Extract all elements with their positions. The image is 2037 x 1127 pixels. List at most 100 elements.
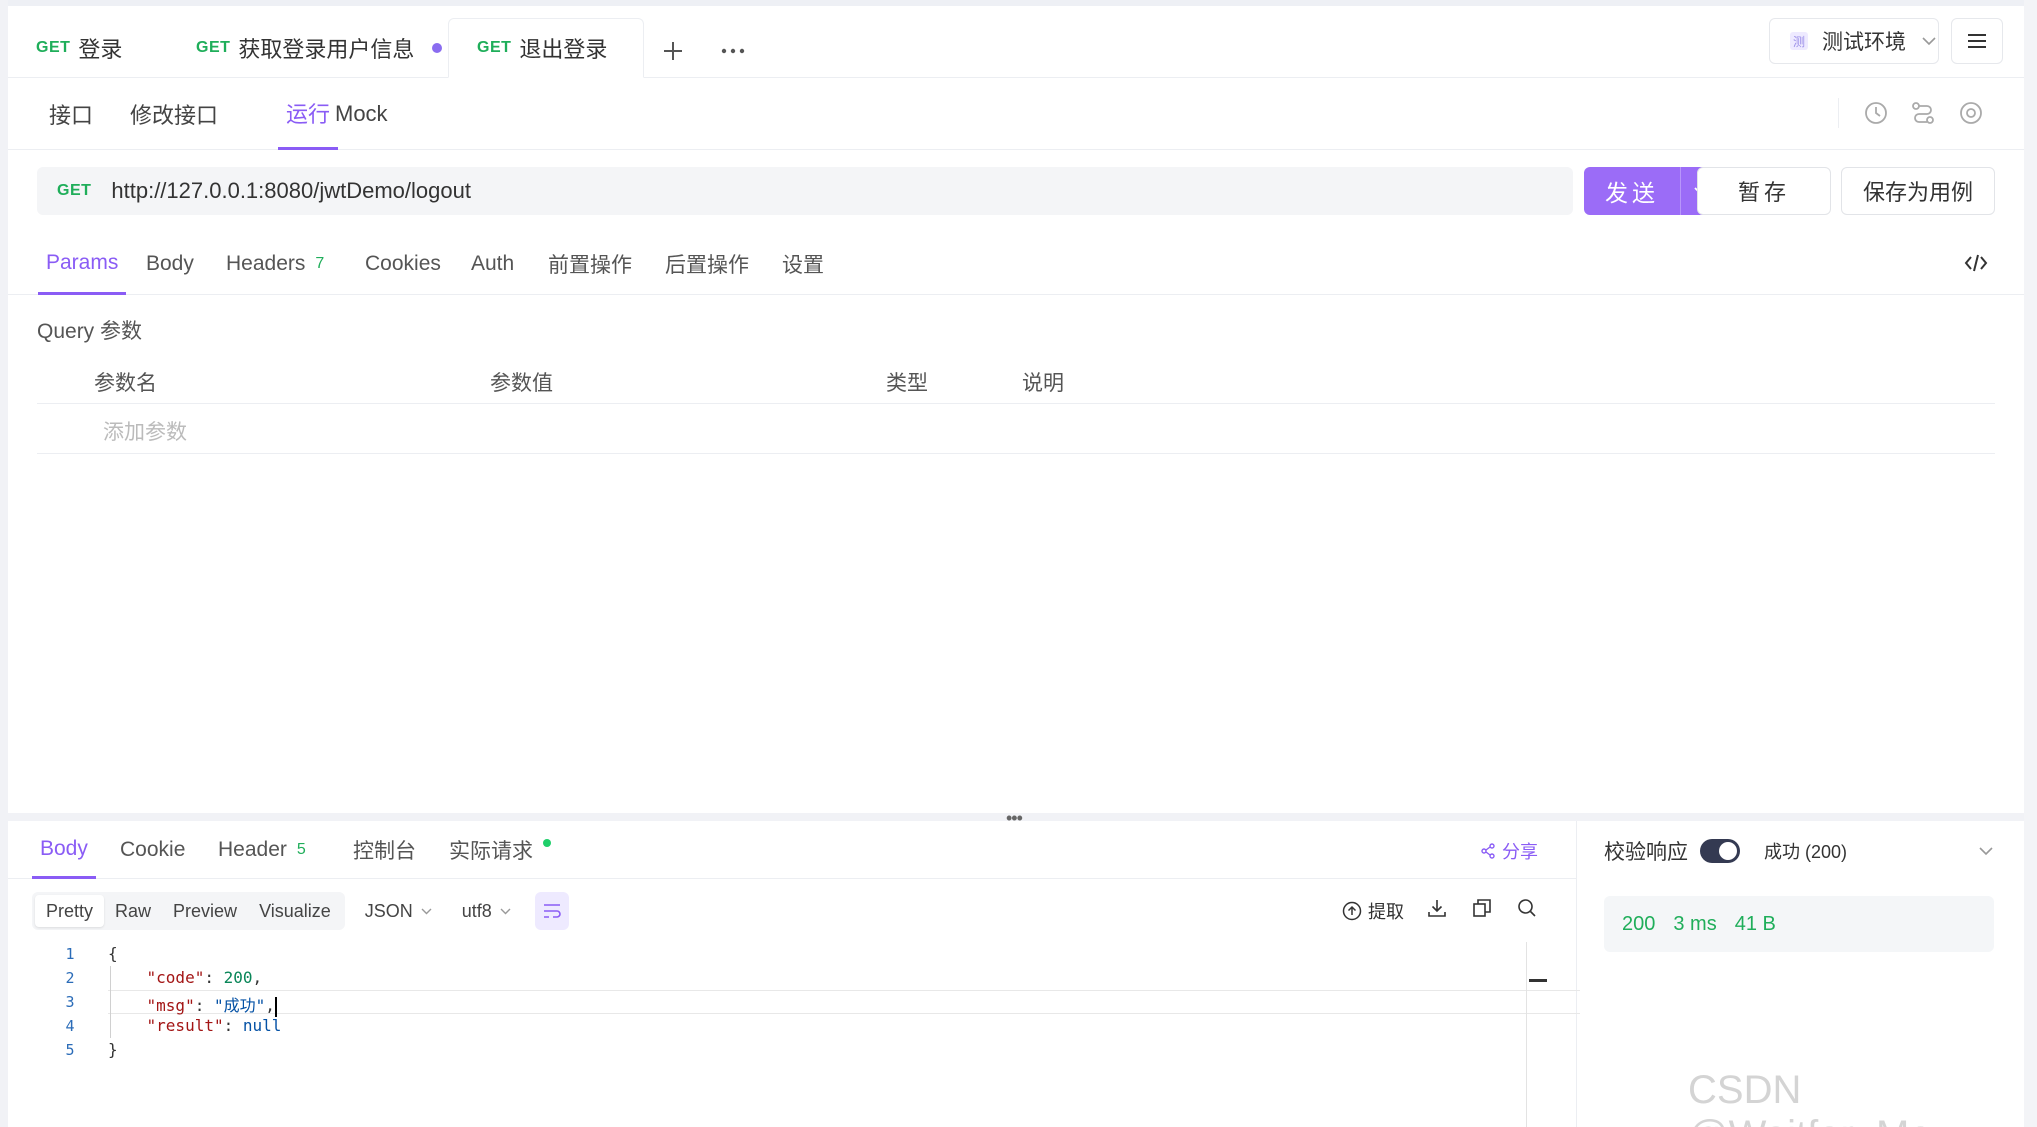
divider — [1838, 98, 1839, 128]
response-size: 41 B — [1734, 912, 1776, 935]
line-number: 2 — [65, 969, 75, 987]
collapse-chevron-icon[interactable] — [1979, 843, 1993, 861]
code-snippet-icon[interactable] — [1964, 252, 1988, 279]
tab-body[interactable]: Body — [146, 233, 194, 295]
request-config-tabs: Params Body Headers 7 Cookies Auth 前置操作 … — [8, 233, 2024, 295]
tab-cookies[interactable]: Cookies — [365, 233, 441, 295]
response-code-editor[interactable]: 1 2 3 4 5 { "code": 200, "msg": "成功", "r… — [32, 942, 1580, 1127]
flow-icon[interactable] — [1910, 100, 1936, 131]
column-param-value: 参数值 — [490, 372, 553, 395]
headers-count: 7 — [315, 255, 325, 272]
chevron-down-icon — [500, 908, 511, 914]
hamburger-icon — [1968, 34, 1986, 48]
unsaved-dot — [432, 43, 443, 53]
code-line-3: "msg": "成功", — [146, 996, 277, 1017]
validate-response-row: 校验响应 成功 (200) — [1604, 836, 1847, 866]
encoding-select[interactable]: utf8 — [462, 901, 511, 922]
tab-auth[interactable]: Auth — [471, 233, 514, 295]
url-input[interactable]: GET http://127.0.0.1:8080/jwtDemo/logout — [37, 167, 1573, 215]
save-as-case-button[interactable]: 保存为用例 — [1841, 167, 1995, 215]
share-icon — [1481, 843, 1495, 859]
url-text: http://127.0.0.1:8080/jwtDemo/logout — [111, 178, 471, 203]
mode-raw[interactable]: Raw — [104, 895, 162, 927]
history-icon[interactable] — [1863, 100, 1889, 131]
response-tab-actual-request[interactable]: 实际请求 — [449, 821, 551, 879]
add-param-row[interactable]: 添加参数 — [37, 404, 1995, 454]
editor-scrollbar[interactable] — [1526, 942, 1548, 1127]
code-line-2: "code": 200, — [146, 968, 263, 987]
tab-settings[interactable]: 设置 — [782, 233, 824, 295]
environment-select[interactable]: 测 测试环境 — [1769, 18, 1939, 64]
line-number-gutter: 1 2 3 4 5 — [32, 942, 108, 1127]
language-select[interactable]: JSON — [365, 901, 432, 922]
right-edge — [2024, 0, 2037, 1127]
response-tab-header-label: Header — [218, 838, 287, 861]
sub-navigation: 接口 修改接口 运行 Mock — [8, 78, 2024, 150]
method-select[interactable]: GET — [57, 182, 91, 200]
text-cursor — [274, 996, 277, 1017]
mode-preview[interactable]: Preview — [162, 895, 248, 927]
response-header-count: 5 — [296, 841, 306, 858]
response-tab-cookie[interactable]: Cookie — [120, 821, 185, 879]
line-number: 1 — [65, 945, 75, 963]
upload-circle-icon — [1342, 901, 1362, 921]
copy-icon[interactable] — [1472, 898, 1492, 918]
tab-params[interactable]: Params — [38, 233, 127, 295]
response-tab-body[interactable]: Body — [32, 821, 96, 879]
extract-button[interactable]: 提取 — [1342, 898, 1404, 924]
nav-mock[interactable]: Mock — [335, 78, 388, 150]
response-status-summary: 200 3 ms 41 B — [1604, 896, 1994, 952]
tab-label: 登录 — [78, 37, 123, 62]
left-edge — [0, 0, 8, 1127]
more-tabs-icon[interactable] — [713, 24, 753, 78]
word-wrap-button[interactable] — [534, 892, 569, 930]
line-number: 5 — [65, 1041, 75, 1059]
validate-toggle[interactable] — [1700, 839, 1740, 863]
query-params-title: Query 参数 — [37, 320, 143, 343]
add-param-placeholder: 添加参数 — [103, 421, 187, 444]
json-value-msg: "成功" — [213, 996, 266, 1015]
response-tab-header[interactable]: Header 5 — [218, 821, 306, 879]
code-line-5: } — [108, 1040, 118, 1059]
mode-pretty[interactable]: Pretty — [35, 895, 105, 927]
encoding-value: utf8 — [461, 900, 492, 921]
settings-gear-icon[interactable] — [1958, 100, 1984, 131]
method-badge: GET — [196, 39, 231, 56]
search-icon[interactable] — [1517, 898, 1537, 918]
nav-edit-interface[interactable]: 修改接口 — [130, 78, 218, 150]
chevron-down-icon — [1922, 36, 1936, 45]
response-divider — [1576, 821, 1577, 1127]
column-description: 说明 — [1022, 372, 1064, 395]
tab-pre-operations[interactable]: 前置操作 — [548, 233, 632, 295]
nav-run[interactable]: 运行 — [278, 78, 339, 150]
save-draft-button[interactable]: 暂存 — [1697, 167, 1831, 215]
scrollbar-thumb[interactable] — [1529, 979, 1547, 982]
share-button[interactable]: 分享 — [1480, 838, 1538, 864]
nav-interface[interactable]: 接口 — [49, 78, 93, 150]
tab-get-user-info[interactable]: GET 获取登录用户信息 — [168, 18, 448, 78]
tab-label: 获取登录用户信息 — [238, 37, 415, 62]
json-value-result: null — [242, 1016, 282, 1035]
download-icon[interactable] — [1427, 898, 1447, 918]
status-dot — [543, 839, 551, 847]
tab-logout[interactable]: GET 退出登录 — [448, 18, 644, 78]
current-line-highlight — [108, 990, 1580, 1014]
response-tab-console[interactable]: 控制台 — [353, 821, 416, 879]
line-number: 3 — [65, 993, 75, 1011]
tab-headers[interactable]: Headers 7 — [226, 233, 324, 295]
add-tab-icon[interactable] — [653, 24, 693, 78]
validate-status: 成功 (200) — [1764, 842, 1848, 862]
menu-button[interactable] — [1951, 18, 2003, 64]
json-key-code: "code" — [146, 968, 205, 987]
mode-visualize[interactable]: Visualize — [248, 895, 342, 927]
tab-login[interactable]: GET 登录 — [8, 18, 168, 78]
json-value-code: 200 — [223, 968, 253, 987]
code-line-4: "result": null — [146, 1016, 282, 1035]
tab-headers-label: Headers — [226, 252, 306, 275]
json-key-msg: "msg" — [146, 996, 195, 1015]
tab-post-operations[interactable]: 后置操作 — [665, 233, 749, 295]
code-line-1: { — [108, 944, 118, 963]
share-label: 分享 — [1502, 842, 1538, 862]
response-tabs: Body Cookie Header 5 控制台 实际请求 — [8, 821, 1576, 879]
format-bar: Pretty Raw Preview Visualize JSON utf8 — [32, 892, 569, 930]
